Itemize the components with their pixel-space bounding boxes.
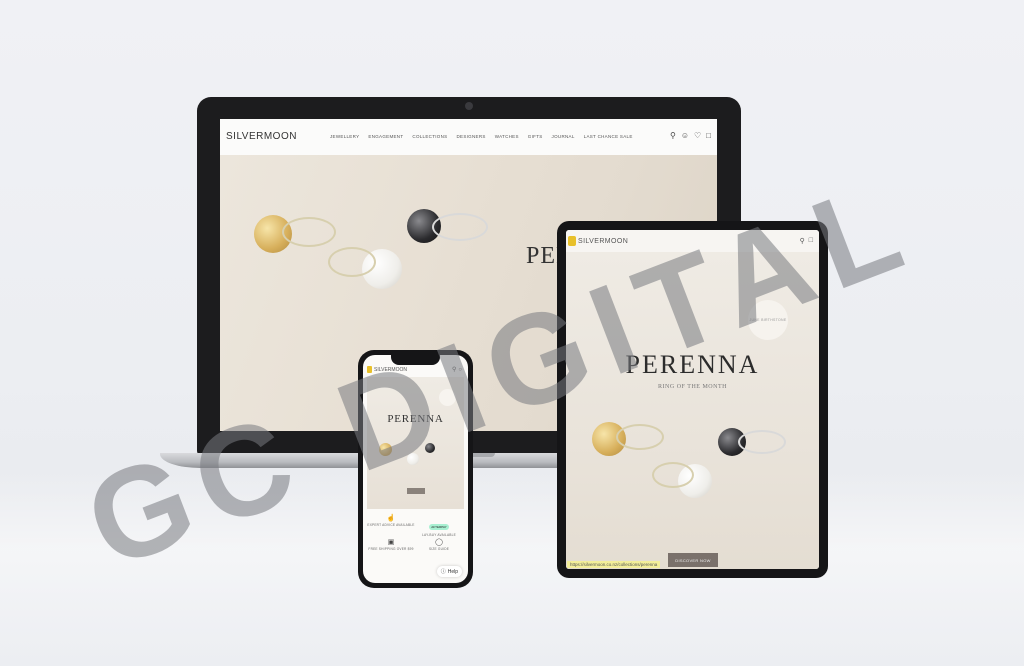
tablet-site-logo[interactable]: SILVERMOON — [578, 238, 628, 245]
phone-hero-title: PERENNA — [387, 413, 444, 425]
tablet-hero-subtitle: RING OF THE MONTH — [658, 384, 727, 390]
menu-item-engagement[interactable]: ENGAGEMENT — [368, 134, 403, 139]
search-icon[interactable]: ⚲ — [800, 237, 805, 245]
phone-site-header: SILVERMOON ⚲○ — [363, 365, 468, 377]
tablet-screen: SILVERMOON ⚲ □ JUNE BIRTHSTONE PERENNA R… — [566, 230, 819, 569]
usp-afterpay: AFTERPAY LAY-BUY AVAILABLE — [422, 524, 456, 537]
heart-icon[interactable]: ♡ — [694, 132, 701, 140]
laptop-main-menu: JEWELLERY ENGAGEMENT COLLECTIONS DESIGNE… — [330, 134, 633, 139]
tablet-hero-title: PERENNA — [625, 350, 760, 379]
badge-text: JUNE BIRTHSTONE — [749, 317, 787, 322]
laptop-site-logo[interactable]: SILVERMOON — [226, 131, 297, 142]
phone-screen: SILVERMOON ⚲○ PERENNA ☝ EXPERT ADVICE AV… — [363, 355, 468, 583]
usp-free-shipping: ▣ FREE SHIPPING OVER $99 — [368, 539, 414, 551]
phone-header-icons[interactable]: ⚲○ — [452, 366, 464, 373]
tablet-site-header: SILVERMOON ⚲ □ — [566, 230, 819, 252]
help-label: Help — [447, 568, 458, 575]
usp-size-guide: ◯ SIZE GUIDE — [415, 539, 463, 551]
tablet-device: SILVERMOON ⚲ □ JUNE BIRTHSTONE PERENNA R… — [557, 221, 828, 578]
menu-item-watches[interactable]: WATCHES — [495, 134, 519, 139]
help-button[interactable]: ⓘ Help — [436, 566, 462, 577]
bag-icon[interactable]: □ — [809, 237, 813, 245]
account-icon[interactable]: ☺ — [681, 132, 689, 140]
gift-icon: ▣ — [387, 539, 395, 546]
gold-ring-band — [282, 217, 336, 247]
black-pearl-ring — [425, 443, 435, 453]
birthstone-badge: JUNE BIRTHSTONE — [748, 300, 788, 340]
birthstone-badge — [439, 389, 456, 406]
status-bar-url: https://silvermoon.co.nz/collections/per… — [567, 561, 661, 568]
logo-mark-icon — [367, 366, 372, 373]
reflective-floor — [0, 470, 1024, 666]
gold-ring-band-small — [328, 247, 376, 277]
phone-notch — [391, 355, 440, 365]
help-icon: ⓘ — [440, 569, 446, 575]
menu-item-jewellery[interactable]: JEWELLERY — [330, 134, 359, 139]
hand-icon: ☝ — [386, 515, 396, 522]
gold-ring-band-small — [652, 462, 694, 488]
phone-discover-button[interactable] — [407, 488, 425, 494]
afterpay-badge: AFTERPAY — [429, 524, 449, 530]
tablet-hero-banner[interactable]: JUNE BIRTHSTONE PERENNA RING OF THE MONT… — [566, 252, 819, 569]
phone-site-logo[interactable]: SILVERMOON — [374, 367, 407, 373]
laptop-header-icons: ⚲ ☺ ♡ □ — [670, 132, 711, 140]
gold-ring-band — [616, 424, 664, 450]
discover-now-button[interactable]: DISCOVER NOW — [668, 553, 718, 567]
gold-pearl-ring — [379, 443, 392, 456]
logo-mark-icon — [568, 236, 576, 246]
white-pearl-ring — [407, 453, 419, 465]
tablet-header-icons: ⚲ □ — [800, 237, 813, 245]
usp-expert-advice: ☝ EXPERT ADVICE AVAILABLE — [367, 515, 415, 527]
phone-hero-banner[interactable]: PERENNA — [367, 377, 464, 509]
menu-item-designers[interactable]: DESIGNERS — [456, 134, 485, 139]
phone-device: SILVERMOON ⚲○ PERENNA ☝ EXPERT ADVICE AV… — [358, 350, 473, 588]
laptop-camera — [465, 102, 473, 110]
silver-ring-band — [738, 430, 786, 454]
search-icon[interactable]: ⚲ — [670, 132, 676, 140]
menu-item-journal[interactable]: JOURNAL — [552, 134, 575, 139]
menu-item-collections[interactable]: COLLECTIONS — [412, 134, 447, 139]
laptop-site-header: SILVERMOON JEWELLERY ENGAGEMENT COLLECTI… — [220, 119, 717, 156]
silver-ring-band — [432, 213, 488, 241]
menu-item-last-chance-sale[interactable]: LAST CHANCE SALE — [584, 134, 633, 139]
bag-icon[interactable]: □ — [706, 132, 711, 140]
ring-icon: ◯ — [435, 539, 443, 546]
menu-item-gifts[interactable]: GIFTS — [528, 134, 543, 139]
